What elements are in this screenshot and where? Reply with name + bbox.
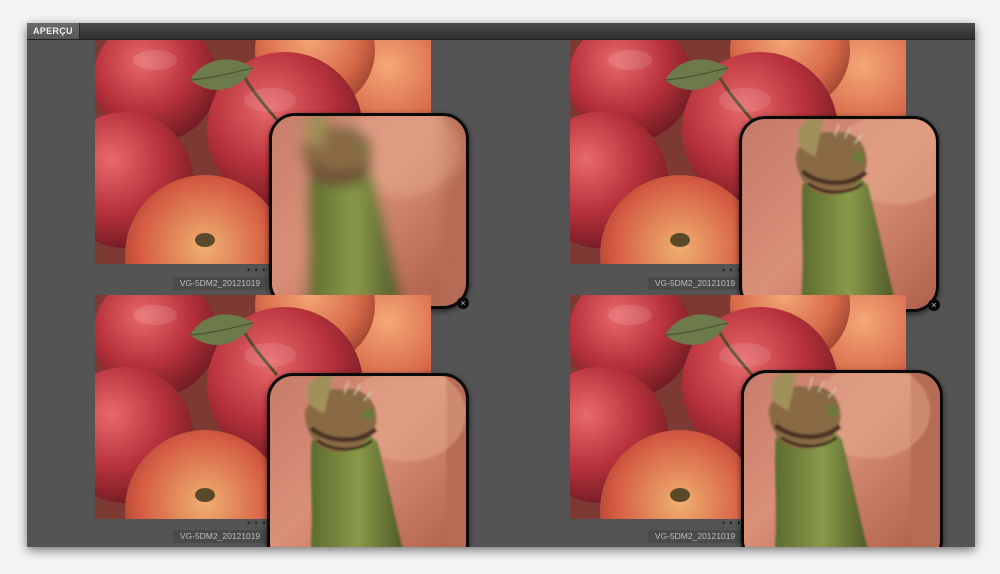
preview-window: APERÇU VG-5DM2_20121019 • • • × VG-5DM2_… (27, 23, 975, 547)
rating-dots: • • • (247, 518, 267, 528)
rating-dots: • • • (247, 265, 267, 275)
loupe-magnifier[interactable] (739, 116, 939, 312)
loupe-magnifier[interactable] (267, 373, 469, 547)
filename-label: VG-5DM2_20121019 (173, 277, 267, 290)
tab-apercu[interactable]: APERÇU (27, 23, 80, 39)
preview-cell-2[interactable]: VG-5DM2_20121019 • • • × (570, 40, 950, 312)
loupe-magnifier[interactable] (269, 113, 469, 309)
filename-label: VG-5DM2_20121019 (648, 530, 742, 543)
filename-label: VG-5DM2_20121019 (173, 530, 267, 543)
filename-label: VG-5DM2_20121019 (648, 277, 742, 290)
preview-cell-1[interactable]: VG-5DM2_20121019 • • • × (95, 40, 475, 309)
title-bar: APERÇU (27, 23, 975, 40)
preview-cell-4[interactable]: VG-5DM2_20121019 • • • (570, 295, 950, 547)
preview-cell-3[interactable]: VG-5DM2_20121019 • • • (95, 295, 475, 547)
rating-dots: • • • (722, 518, 742, 528)
loupe-magnifier[interactable] (741, 370, 943, 547)
